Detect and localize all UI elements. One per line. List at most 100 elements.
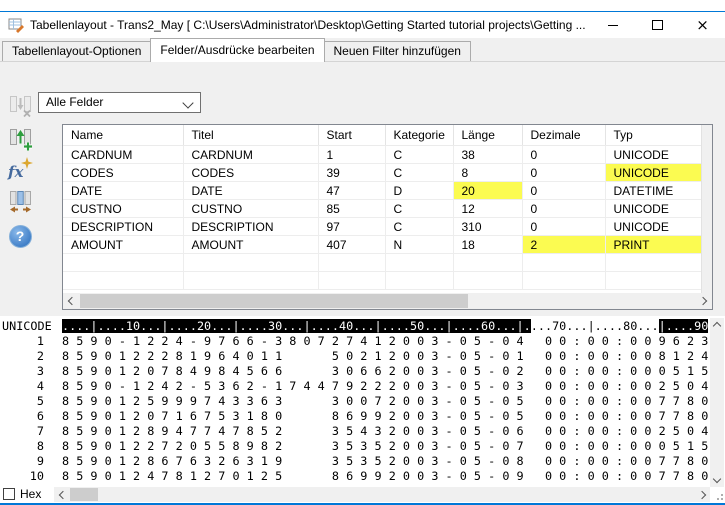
- field-cell[interactable]: DATE: [183, 182, 318, 200]
- field-cell[interactable]: D: [385, 182, 453, 200]
- field-cell[interactable]: UNICODE: [605, 146, 702, 164]
- scroll-right-button[interactable]: [696, 293, 712, 309]
- record-bytes[interactable]: 8 5 9 0 1 2 4 7 8 1 2 7 0 1 2 5 8 6 9 9 …: [62, 469, 708, 484]
- tab-tabellenlayout-optionen[interactable]: Tabellenlayout-Optionen: [2, 41, 151, 61]
- hex-checkbox[interactable]: [3, 488, 15, 500]
- record-row[interactable]: 28 5 9 0 1 2 2 2 8 1 9 6 4 0 1 1 5 0 2 1…: [0, 349, 710, 364]
- field-cell[interactable]: C: [385, 218, 453, 236]
- record-row[interactable]: 48 5 9 0 - 1 2 4 2 - 5 3 6 2 - 1 7 4 4 7…: [0, 379, 710, 394]
- field-table-vertical-scrollbar[interactable]: [701, 125, 712, 293]
- record-bytes[interactable]: 8 5 9 0 - 1 2 4 2 - 5 3 6 2 - 1 7 4 4 7 …: [62, 379, 708, 394]
- column-header[interactable]: Typ: [605, 125, 702, 146]
- field-cell[interactable]: CARDNUM: [183, 146, 318, 164]
- record-row[interactable]: 38 5 9 0 1 2 0 7 8 4 9 8 4 5 6 6 3 0 6 6…: [0, 364, 710, 379]
- add-field-button[interactable]: [6, 125, 34, 153]
- field-cell[interactable]: CODES: [63, 164, 183, 182]
- field-cell[interactable]: 97: [318, 218, 385, 236]
- close-button[interactable]: ×: [680, 12, 725, 38]
- record-bytes[interactable]: 8 5 9 0 - 1 2 2 4 - 9 7 6 6 - 3 8 0 7 2 …: [62, 334, 708, 349]
- field-cell[interactable]: 12: [453, 200, 522, 218]
- record-row[interactable]: 88 5 9 0 1 2 2 7 2 0 5 5 8 9 8 2 3 5 3 5…: [0, 439, 710, 454]
- field-cell[interactable]: DATE: [63, 182, 183, 200]
- field-cell[interactable]: C: [385, 164, 453, 182]
- field-cell[interactable]: 310: [453, 218, 522, 236]
- tab-felder-ausdruecke-bearbeiten[interactable]: Felder/Ausdrücke bearbeiten: [150, 38, 324, 62]
- column-header[interactable]: Kategorie: [385, 125, 453, 146]
- field-cell[interactable]: AMOUNT: [183, 236, 318, 254]
- minimize-button[interactable]: [590, 12, 635, 38]
- field-cell[interactable]: 0: [522, 164, 605, 182]
- field-cell[interactable]: 0: [522, 218, 605, 236]
- record-row[interactable]: 98 5 9 0 1 2 8 6 7 6 3 2 6 3 1 9 3 5 3 5…: [0, 454, 710, 469]
- hex-vertical-scrollbar[interactable]: [710, 318, 724, 487]
- field-row[interactable]: DESCRIPTIONDESCRIPTION97C3100UNICODE: [63, 218, 702, 236]
- field-cell[interactable]: CUSTNO: [183, 200, 318, 218]
- maximize-button[interactable]: [635, 12, 680, 38]
- record-bytes[interactable]: 8 5 9 0 1 2 0 7 8 4 9 8 4 5 6 6 3 0 6 6 …: [62, 364, 708, 379]
- field-cell[interactable]: C: [385, 200, 453, 218]
- help-button[interactable]: ?: [6, 222, 34, 250]
- field-cell[interactable]: PRINT: [605, 236, 702, 254]
- ruler-undefined-segment[interactable]: ...70...|....80...: [531, 319, 659, 333]
- field-cell[interactable]: UNICODE: [605, 200, 702, 218]
- field-row[interactable]: CARDNUMCARDNUM1C380UNICODE: [63, 146, 702, 164]
- field-cell[interactable]: 0: [522, 146, 605, 164]
- record-bytes[interactable]: 8 5 9 0 1 2 8 9 4 7 7 4 7 8 5 2 3 5 4 3 …: [62, 424, 708, 439]
- column-header[interactable]: Dezimale: [522, 125, 605, 146]
- window-icon[interactable]: [8, 17, 24, 33]
- field-cell[interactable]: 8: [453, 164, 522, 182]
- field-cell[interactable]: 407: [318, 236, 385, 254]
- record-row[interactable]: 78 5 9 0 1 2 8 9 4 7 7 4 7 8 5 2 3 5 4 3…: [0, 424, 710, 439]
- record-row[interactable]: 68 5 9 0 1 2 0 7 1 6 7 5 3 1 8 0 8 6 9 9…: [0, 409, 710, 424]
- field-cell[interactable]: 20: [453, 182, 522, 200]
- field-cell[interactable]: CODES: [183, 164, 318, 182]
- field-cell[interactable]: 2: [522, 236, 605, 254]
- column-header[interactable]: Name: [63, 125, 183, 146]
- resize-grip[interactable]: [712, 489, 723, 500]
- field-cell[interactable]: 0: [522, 182, 605, 200]
- column-header[interactable]: Start: [318, 125, 385, 146]
- record-bytes[interactable]: 8 5 9 0 1 2 2 7 2 0 5 5 8 9 8 2 3 5 3 5 …: [62, 439, 708, 454]
- field-cell[interactable]: 47: [318, 182, 385, 200]
- field-cell[interactable]: UNICODE: [605, 164, 702, 182]
- field-row[interactable]: CODESCODES39C80UNICODE: [63, 164, 702, 182]
- field-cell[interactable]: N: [385, 236, 453, 254]
- add-expression-button[interactable]: fx: [6, 157, 34, 185]
- field-cell[interactable]: C: [385, 146, 453, 164]
- ruler-field-segment[interactable]: |....90: [659, 319, 709, 333]
- scrollbar-thumb[interactable]: [80, 294, 468, 308]
- column-header[interactable]: Titel: [183, 125, 318, 146]
- titlebar[interactable]: Tabellenlayout - Trans2_May [ C:\Users\A…: [0, 12, 725, 38]
- field-cell[interactable]: 38: [453, 146, 522, 164]
- field-cell[interactable]: DATETIME: [605, 182, 702, 200]
- ruler-field-segment[interactable]: ....|....10...|....20...|....30...|....4…: [62, 319, 531, 333]
- byte-ruler[interactable]: ....|....10...|....20...|....30...|....4…: [62, 319, 708, 334]
- record-bytes[interactable]: 8 5 9 0 1 2 8 6 7 6 3 2 6 3 1 9 3 5 3 5 …: [62, 454, 708, 469]
- hex-horizontal-scrollbar[interactable]: [54, 487, 710, 502]
- field-row[interactable]: AMOUNTAMOUNT407N182PRINT: [63, 236, 702, 254]
- scroll-up-button[interactable]: [710, 318, 724, 332]
- field-filter-dropdown[interactable]: Alle Felder: [38, 92, 201, 113]
- scroll-left-button[interactable]: [63, 293, 79, 309]
- field-cell[interactable]: AMOUNT: [63, 236, 183, 254]
- record-bytes[interactable]: 8 5 9 0 1 2 2 2 8 1 9 6 4 0 1 1 5 0 2 1 …: [62, 349, 708, 364]
- field-row[interactable]: CUSTNOCUSTNO85C120UNICODE: [63, 200, 702, 218]
- scrollbar-thumb[interactable]: [70, 488, 98, 501]
- scroll-right-button[interactable]: [695, 487, 710, 502]
- field-cell[interactable]: 0: [522, 200, 605, 218]
- record-row[interactable]: 108 5 9 0 1 2 4 7 8 1 2 7 0 1 2 5 8 6 9 …: [0, 469, 710, 484]
- field-cell[interactable]: 85: [318, 200, 385, 218]
- column-header[interactable]: Länge: [453, 125, 522, 146]
- field-cell[interactable]: 39: [318, 164, 385, 182]
- scroll-down-button[interactable]: [710, 473, 724, 487]
- field-cell[interactable]: 18: [453, 236, 522, 254]
- shift-fields-button[interactable]: [6, 188, 34, 216]
- field-table-horizontal-scrollbar[interactable]: [63, 293, 712, 309]
- record-row[interactable]: 58 5 9 0 1 2 5 9 9 9 7 4 3 3 6 3 3 0 0 7…: [0, 394, 710, 409]
- record-row[interactable]: 18 5 9 0 - 1 2 2 4 - 9 7 6 6 - 3 8 0 7 2…: [0, 334, 710, 349]
- field-cell[interactable]: DESCRIPTION: [183, 218, 318, 236]
- field-cell[interactable]: UNICODE: [605, 218, 702, 236]
- scroll-left-button[interactable]: [54, 487, 69, 502]
- record-bytes[interactable]: 8 5 9 0 1 2 0 7 1 6 7 5 3 1 8 0 8 6 9 9 …: [62, 409, 708, 424]
- field-cell[interactable]: DESCRIPTION: [63, 218, 183, 236]
